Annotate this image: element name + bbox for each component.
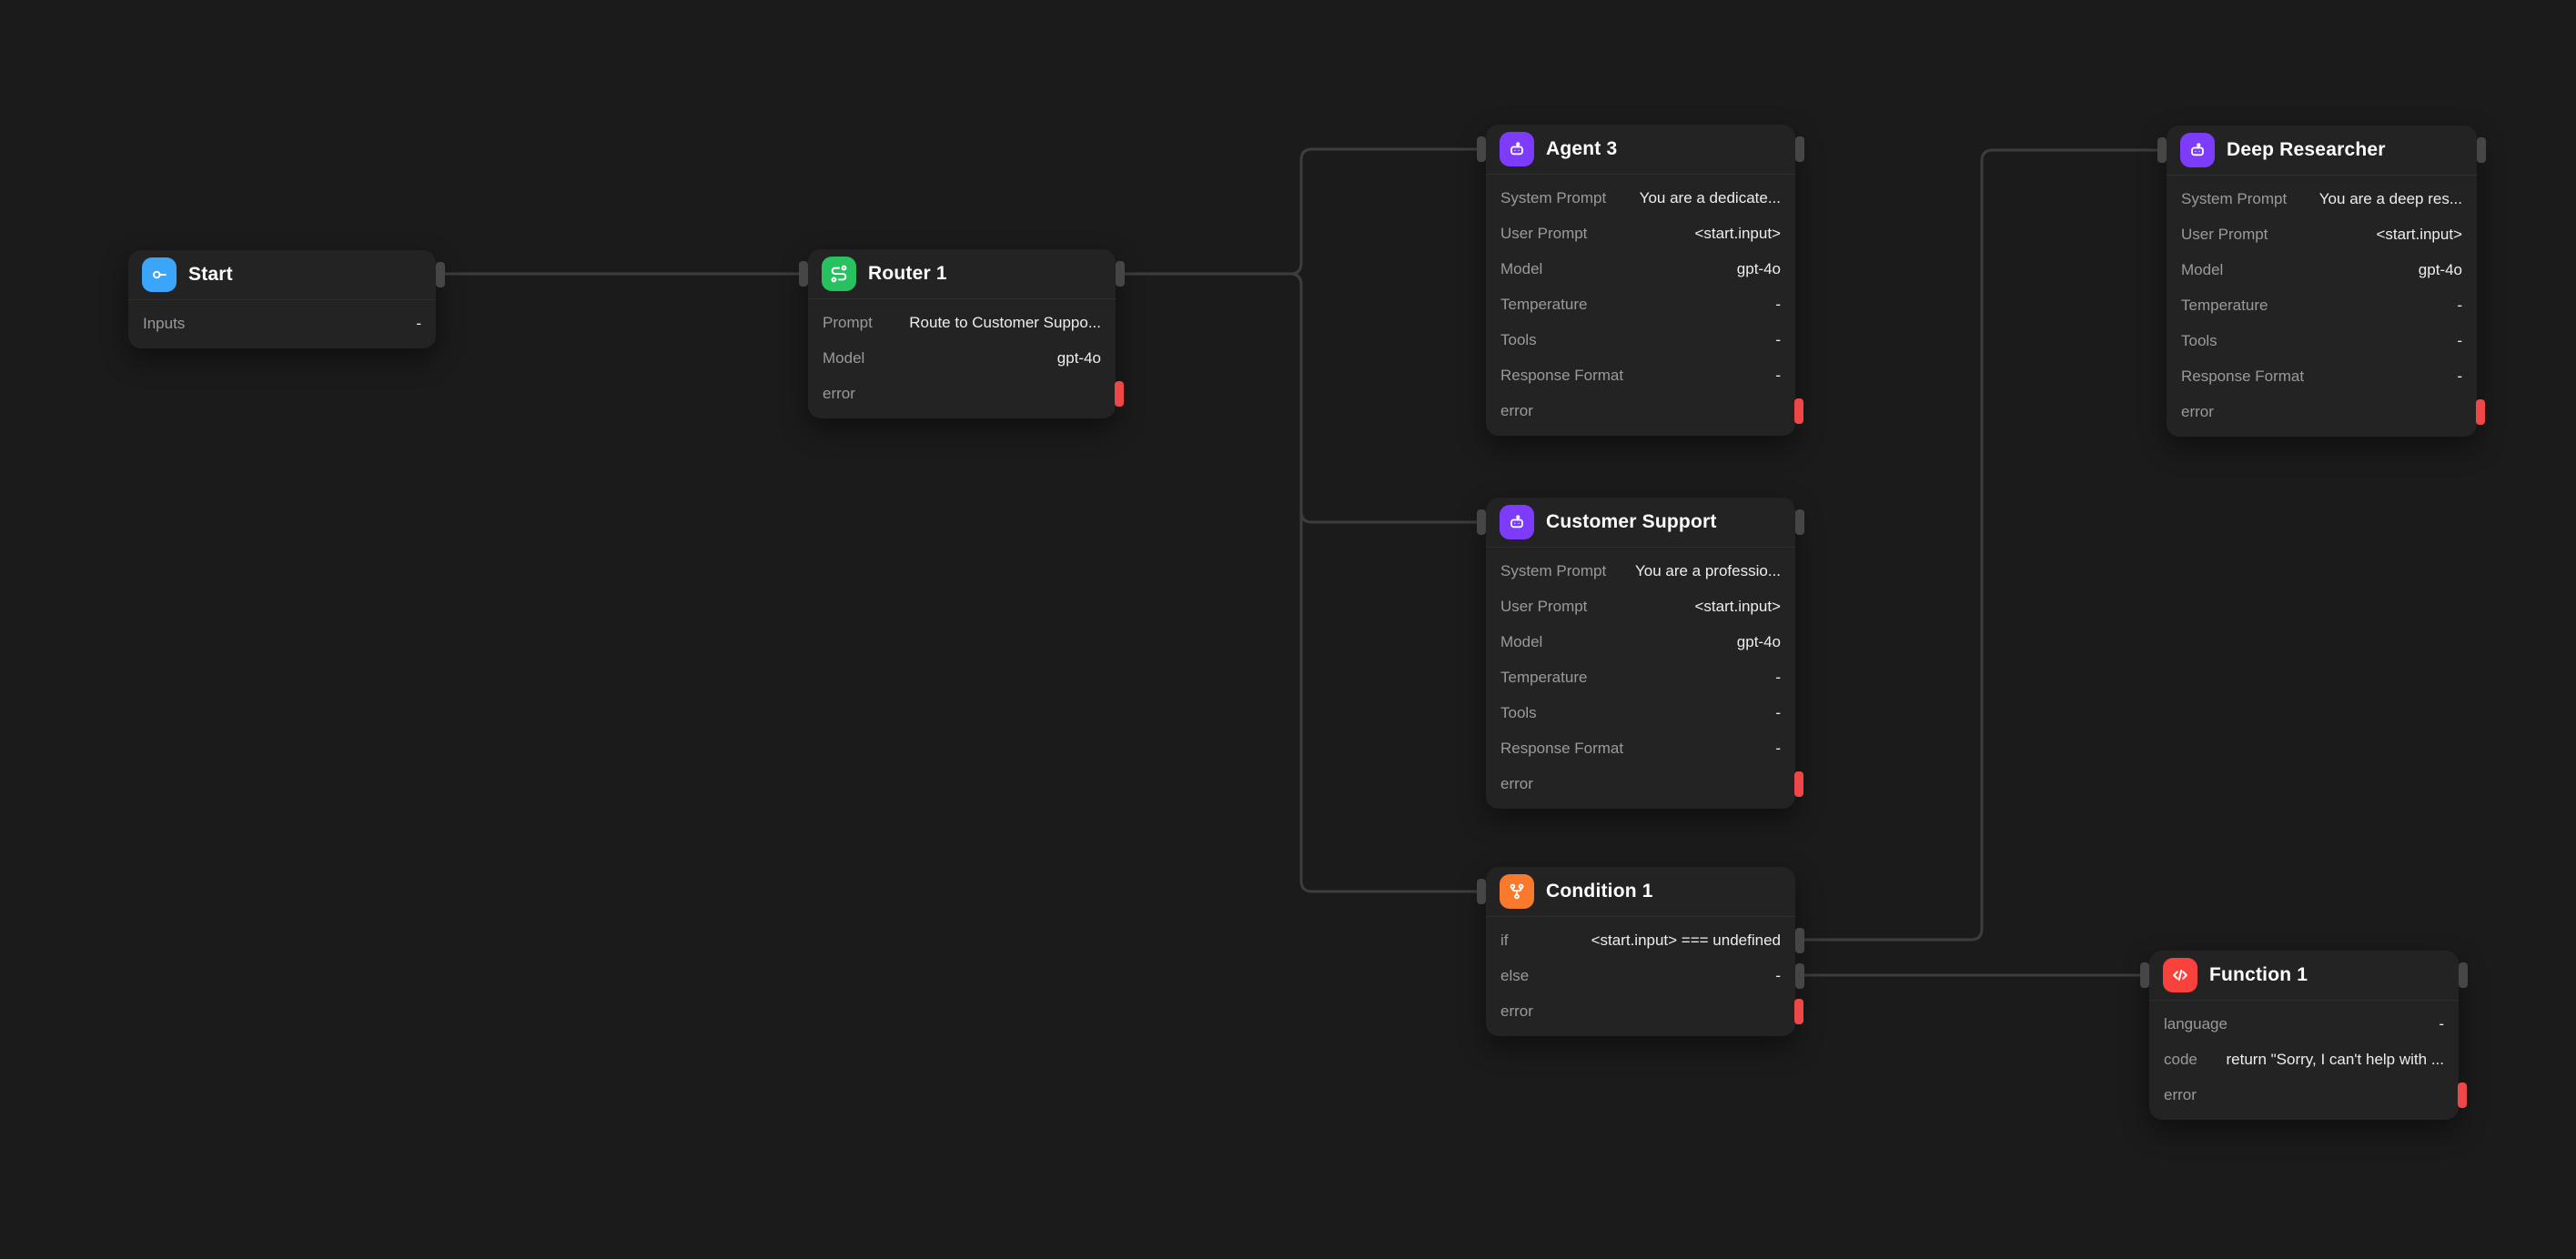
row-temperature: Temperature -	[2167, 287, 2477, 323]
error-handle[interactable]	[2458, 1083, 2467, 1108]
row-temperature: Temperature -	[1486, 660, 1795, 695]
node-agent3[interactable]: Agent 3 System Prompt You are a dedicate…	[1486, 125, 1795, 436]
row-user-prompt: User Prompt <start.input>	[1486, 216, 1795, 251]
row-model: Model gpt-4o	[1486, 251, 1795, 287]
node-title: Router 1	[868, 263, 947, 285]
node-router1-header[interactable]: Router 1	[808, 249, 1116, 298]
node-agent3-input-handle[interactable]	[1477, 136, 1486, 162]
error-handle[interactable]	[1794, 999, 1803, 1024]
row-temperature: Temperature -	[1486, 287, 1795, 322]
row-code: code return "Sorry, I can't help with ..…	[2149, 1042, 2459, 1077]
row-error: error	[1486, 993, 1795, 1029]
row-inputs: Inputs -	[128, 306, 436, 341]
node-deep-researcher-output-handle[interactable]	[2477, 137, 2486, 163]
node-customer-support-output-handle[interactable]	[1795, 509, 1804, 535]
row-tools: Tools -	[1486, 322, 1795, 358]
row-response-format: Response Format -	[1486, 730, 1795, 766]
row-error: error	[808, 376, 1116, 411]
row-response-format: Response Format -	[2167, 358, 2477, 394]
node-deep-researcher[interactable]: Deep Researcher System Prompt You are a …	[2167, 126, 2477, 437]
condition-if-output-handle[interactable]	[1795, 928, 1804, 953]
row-prompt: Prompt Route to Customer Suppo...	[808, 305, 1116, 340]
node-condition1-input-handle[interactable]	[1477, 879, 1486, 904]
node-function1[interactable]: Function 1 language - code return "Sorry…	[2149, 951, 2459, 1120]
node-start[interactable]: Start Inputs -	[128, 250, 436, 348]
node-condition1[interactable]: Condition 1 if <start.input> === undefin…	[1486, 867, 1795, 1036]
fork-icon	[1500, 874, 1534, 909]
node-title: Customer Support	[1546, 511, 1717, 533]
robot-icon	[2180, 133, 2215, 167]
node-customer-support-input-handle[interactable]	[1477, 509, 1486, 535]
row-model: Model gpt-4o	[1486, 624, 1795, 660]
condition-else-output-handle[interactable]	[1795, 963, 1804, 989]
node-title: Start	[188, 264, 233, 286]
node-start-output-handle[interactable]	[436, 262, 445, 287]
row-model: Model gpt-4o	[808, 340, 1116, 376]
row-language: language -	[2149, 1006, 2459, 1042]
row-error: error	[2167, 394, 2477, 429]
node-start-header[interactable]: Start	[128, 250, 436, 299]
row-error: error	[2149, 1077, 2459, 1113]
row-error: error	[1486, 766, 1795, 801]
row-model: Model gpt-4o	[2167, 252, 2477, 287]
row-tools: Tools -	[1486, 695, 1795, 730]
node-router1[interactable]: Router 1 Prompt Route to Customer Suppo.…	[808, 249, 1116, 418]
row-user-prompt: User Prompt <start.input>	[2167, 217, 2477, 252]
route-icon	[822, 257, 856, 291]
node-agent3-output-handle[interactable]	[1795, 136, 1804, 162]
robot-icon	[1500, 505, 1534, 539]
row-response-format: Response Format -	[1486, 358, 1795, 393]
node-title: Function 1	[2209, 964, 2308, 986]
error-handle[interactable]	[1794, 398, 1803, 424]
edge-router1-condition1[interactable]	[1115, 274, 1486, 891]
row-else: else -	[1486, 958, 1795, 993]
row-system-prompt: System Prompt You are a professio...	[1486, 553, 1795, 589]
node-deep-researcher-input-handle[interactable]	[2157, 137, 2167, 163]
error-handle[interactable]	[1794, 771, 1803, 797]
start-icon	[142, 257, 177, 292]
code-icon	[2163, 958, 2197, 992]
node-function1-output-handle[interactable]	[2459, 962, 2468, 988]
node-router1-output-handle[interactable]	[1116, 261, 1125, 287]
node-customer-support[interactable]: Customer Support System Prompt You are a…	[1486, 498, 1795, 809]
row-if: if <start.input> === undefined	[1486, 922, 1795, 958]
error-handle[interactable]	[1115, 381, 1124, 407]
row-error: error	[1486, 393, 1795, 428]
node-function1-input-handle[interactable]	[2140, 962, 2149, 988]
node-deep-researcher-header[interactable]: Deep Researcher	[2167, 126, 2477, 175]
node-title: Agent 3	[1546, 138, 1617, 160]
row-system-prompt: System Prompt You are a dedicate...	[1486, 180, 1795, 216]
row-system-prompt: System Prompt You are a deep res...	[2167, 181, 2477, 217]
row-user-prompt: User Prompt <start.input>	[1486, 589, 1795, 624]
node-function1-header[interactable]: Function 1	[2149, 951, 2459, 1000]
node-title: Deep Researcher	[2227, 139, 2386, 161]
edge-router1-agent3[interactable]	[1115, 149, 1486, 274]
node-title: Condition 1	[1546, 881, 1653, 902]
error-handle[interactable]	[2476, 399, 2485, 425]
node-agent3-header[interactable]: Agent 3	[1486, 125, 1795, 174]
row-tools: Tools -	[2167, 323, 2477, 358]
edge-condition1-if-deep-researcher[interactable]	[1795, 150, 2167, 940]
node-customer-support-header[interactable]: Customer Support	[1486, 498, 1795, 547]
node-router1-input-handle[interactable]	[799, 261, 808, 287]
node-condition1-header[interactable]: Condition 1	[1486, 867, 1795, 916]
flow-canvas[interactable]: Start Inputs - Router 1 Prompt Route to …	[0, 0, 2576, 1259]
robot-icon	[1500, 132, 1534, 166]
